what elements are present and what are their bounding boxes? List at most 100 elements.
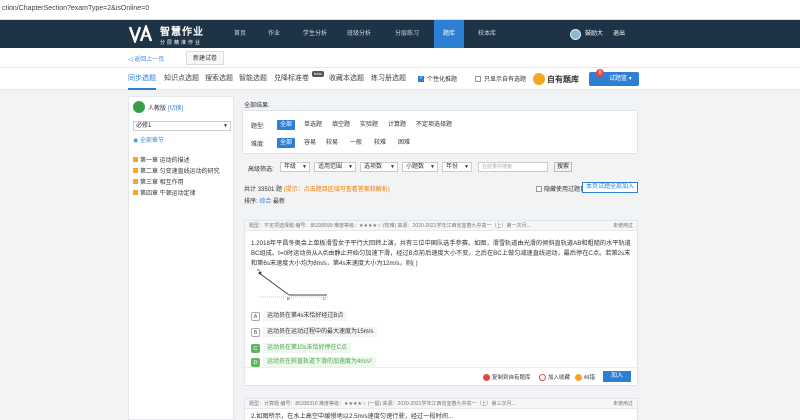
add-question-button[interactable]: 加入 <box>603 371 631 382</box>
textbook-logo-icon <box>133 101 145 113</box>
type-filter-calc[interactable]: 计算题 <box>385 120 409 130</box>
all-chapters-link[interactable]: ◉ 全部章节 <box>133 135 164 144</box>
subquestion-count-dropdown[interactable]: 小题数 ▼ <box>402 162 438 172</box>
brand-logo[interactable]: 智慧作业 分层精准作业 <box>128 23 204 46</box>
hide-used-checkbox[interactable] <box>536 185 542 192</box>
heart-icon <box>539 373 546 381</box>
sort-comprehensive[interactable]: 综合 <box>259 199 271 205</box>
switch-textbook-link[interactable]: [切换] <box>168 103 183 112</box>
sub-header: ◁ 返回上一页 新建试卷 <box>0 48 800 68</box>
usage-status: 未使用过 <box>612 223 633 229</box>
add-page-button[interactable]: 本页试题全部加入 <box>582 182 638 193</box>
difficulty-filter-easy[interactable]: 容易 <box>301 138 319 148</box>
option-a[interactable]: A 运动员在第4s末恰好经过B点 <box>251 311 348 321</box>
copy-to-bank-button[interactable]: 复制到自有题库 <box>483 373 531 381</box>
tab-favorites-selection[interactable]: 收藏本选题 <box>329 68 364 90</box>
question-actions: 复制到自有题库 加入收藏 纠错 加入 <box>245 367 637 385</box>
year-dropdown[interactable]: 年份 ▼ <box>442 162 472 172</box>
tree-toggle-icon: ◉ <box>133 138 140 144</box>
nav-student-analysis[interactable]: 学生分析 <box>298 20 332 48</box>
textbook-name: 人教版 <box>148 105 167 112</box>
tab-workbook-selection[interactable]: 练习册选题 <box>371 68 406 90</box>
usage-status: 未使用过 <box>612 401 633 407</box>
folder-icon <box>133 190 138 195</box>
chevron-down-icon: ▼ <box>348 164 353 170</box>
avatar[interactable] <box>570 29 581 40</box>
question-text[interactable]: 2.如图所示，在水上高空中缓慢地以2.5m/s速度匀速行驶，经过一段时间... <box>251 412 633 420</box>
type-filter-experiment[interactable]: 实验题 <box>357 120 381 130</box>
personal-push-checkbox[interactable] <box>418 75 424 82</box>
tab-standard-paper[interactable]: 兑降标准卷 <box>274 68 309 90</box>
chevron-down-icon: ▼ <box>464 164 469 170</box>
figure-label-a: A <box>256 269 260 272</box>
nav-class-analysis[interactable]: 班级分析 <box>342 20 376 48</box>
difficulty-filter-fairly-easy[interactable]: 较易 <box>323 138 341 148</box>
back-link[interactable]: ◁ 返回上一页 <box>128 54 164 63</box>
result-search-input[interactable]: 在结果中搜索 <box>478 162 548 172</box>
report-icon <box>575 373 582 381</box>
nav-home[interactable]: 首页 <box>228 20 252 48</box>
sort-latest[interactable]: 最新 <box>273 199 285 205</box>
folder-icon <box>133 157 138 162</box>
all-results-label: 全部结果: <box>244 103 270 109</box>
filter-panel: 题型: 全部 单选题 填空题 实验题 计算题 不定项选择题 难度: 全部 容易 … <box>242 110 638 154</box>
user-name[interactable]: 鼓励大 <box>585 20 603 48</box>
search-button[interactable]: 搜索 <box>554 162 572 172</box>
chapter-sidebar: 人教版 [切换] 必修1 ▼ ◉ 全部章节 第一章 运动的描述 第二章 匀变速直… <box>128 96 234 420</box>
browser-address-bar[interactable]: ction/ChapterSection?examType=2&isOnline… <box>0 0 800 20</box>
figure-label-b: B <box>287 296 290 301</box>
type-filter-single[interactable]: 单选题 <box>301 120 325 130</box>
book-select[interactable]: 必修1 ▼ <box>133 121 231 131</box>
chapter-item[interactable]: 第一章 运动的描述 <box>133 155 190 164</box>
grade-dropdown[interactable]: 年级 ▼ <box>280 162 310 172</box>
difficulty-filter-very-hard[interactable]: 困难 <box>395 138 413 148</box>
own-only-checkbox[interactable] <box>475 76 481 82</box>
result-count: 共计 33501 题 (提示：点击题目区域可查看答案和解析) <box>244 187 390 193</box>
tab-sync-selection[interactable]: 同步选题 <box>128 68 156 90</box>
question-meta: 题型：计算题 编号：85330316 难度等级：★★★★☆ (一般) 来源：20… <box>245 399 637 409</box>
collect-button[interactable]: 加入收藏 <box>539 373 570 381</box>
figure-label-c: C <box>323 296 326 301</box>
chapter-item[interactable]: 第三章 相互作用 <box>133 177 184 186</box>
advanced-filter-bar: 高级筛选: 年级 ▼ 适用范围 ▼ 选项数 ▼ 小题数 ▼ 年份 ▼ 在结果中搜索 搜索 <box>240 160 638 174</box>
option-count-dropdown[interactable]: 选项数 ▼ <box>360 162 398 172</box>
scope-dropdown[interactable]: 适用范围 ▼ <box>314 162 356 172</box>
new-badge: beta <box>312 71 324 77</box>
report-error-button[interactable]: 纠错 <box>575 373 595 381</box>
question-text[interactable]: 1.2018年平昌冬奥会上单板滑雪女子平行大回转上演，共有三位中国队选手参赛。如… <box>251 239 633 269</box>
hide-used-toggle[interactable]: 隐藏使用过题目 <box>536 184 586 193</box>
difficulty-filter-medium[interactable]: 一般 <box>347 138 365 148</box>
option-b[interactable]: B 运动员在运动过程中的最大速度为15m/s <box>251 327 378 337</box>
option-c[interactable]: C 运动员在第10s末恰好停在C点 <box>251 343 352 353</box>
my-bank-link[interactable]: 自有题库 <box>547 74 579 85</box>
personal-push-label: 个性化推题 <box>427 77 458 83</box>
type-filter-multi[interactable]: 不定项选择题 <box>413 120 455 130</box>
result-tip: (提示：点击题目区域可查看答案和解析) <box>283 187 390 193</box>
url-text: ction/ChapterSection?examType=2&isOnline… <box>2 5 150 12</box>
chapter-item[interactable]: 第二章 匀变速直线运动的研究 <box>133 166 220 175</box>
chapter-item[interactable]: 第四章 牛顿运动定律 <box>133 188 196 197</box>
tab-knowledge-selection[interactable]: 知识点选题 <box>164 68 199 90</box>
logout-link[interactable]: 退出 <box>613 20 625 48</box>
nav-layered-practice[interactable]: 分层练习 <box>390 20 424 48</box>
chevron-down-icon: ▼ <box>430 164 435 170</box>
type-label: 题型: <box>251 124 265 130</box>
brand-logo-icon <box>128 23 156 45</box>
my-bank-icon[interactable] <box>533 73 545 85</box>
type-filter-all[interactable]: 全部 <box>277 120 296 130</box>
type-filter-fill[interactable]: 填空题 <box>329 120 353 130</box>
nav-school-bank[interactable]: 校本库 <box>472 20 502 48</box>
nav-question-bank[interactable]: 题库 <box>434 20 464 48</box>
difficulty-filter-all[interactable]: 全部 <box>277 138 296 148</box>
cart-count-badge: 0 <box>596 69 604 77</box>
tab-smart-selection[interactable]: 智能选题 <box>239 68 267 90</box>
question-card: 题型：不定项选择题 编号：85330599 难度等级：★★★★☆ (较难) 来源… <box>244 220 638 386</box>
chevron-down-icon: ▾ <box>628 76 632 82</box>
nav-homework[interactable]: 作业 <box>262 20 286 48</box>
sort-options: 排序: 综合 最新 <box>244 199 286 205</box>
tab-search-selection[interactable]: 搜索选题 <box>205 68 233 90</box>
option-d[interactable]: D 运动员在斜直轨道下滑的加速度为4m/s² <box>251 357 377 367</box>
breadcrumb[interactable]: 新建试卷 <box>186 51 225 65</box>
difficulty-filter-hard[interactable]: 较难 <box>371 138 389 148</box>
folder-icon <box>133 179 138 184</box>
